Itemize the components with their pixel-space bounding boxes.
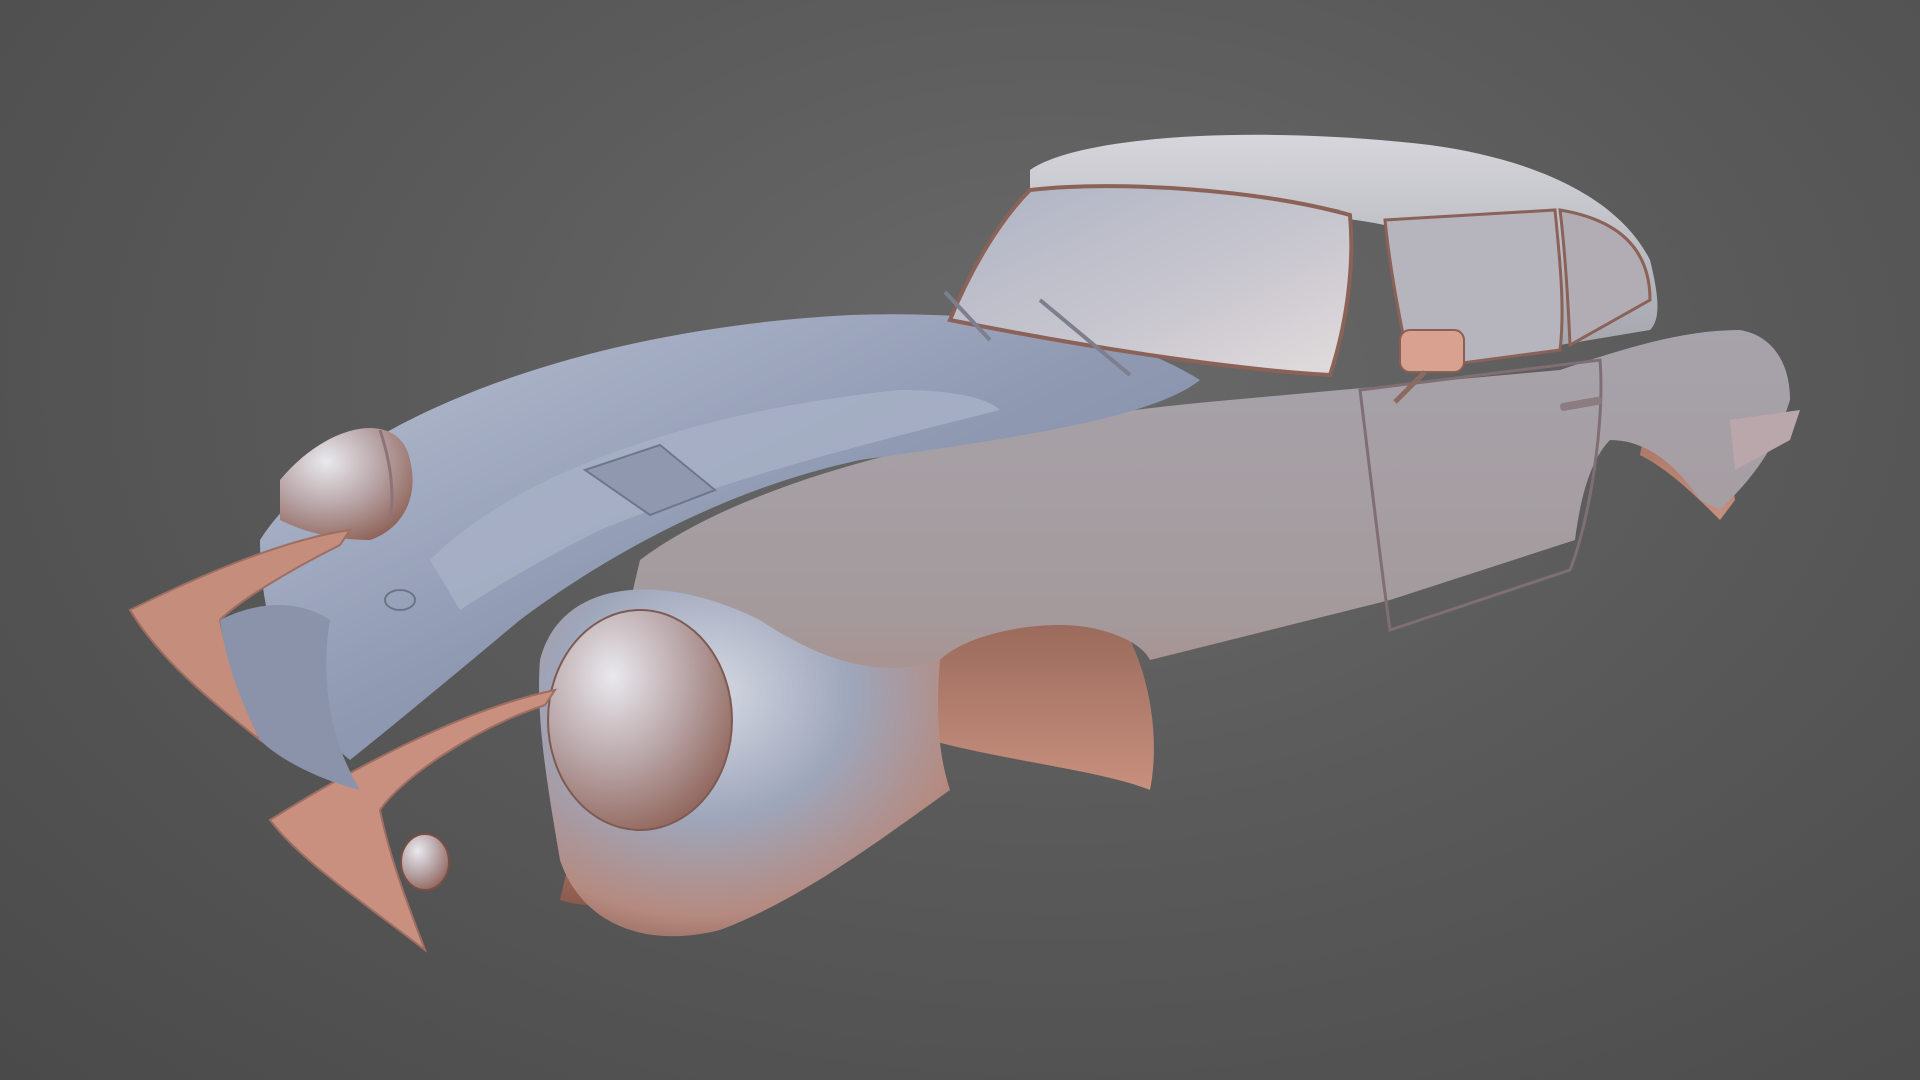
headlamp-cowl-near bbox=[547, 609, 733, 831]
rear-bumper bbox=[1730, 410, 1800, 470]
render-viewport bbox=[0, 0, 1920, 1080]
side-mirror bbox=[1399, 329, 1465, 373]
car-body-render bbox=[128, 134, 1800, 953]
indicator-lamp bbox=[400, 833, 450, 891]
